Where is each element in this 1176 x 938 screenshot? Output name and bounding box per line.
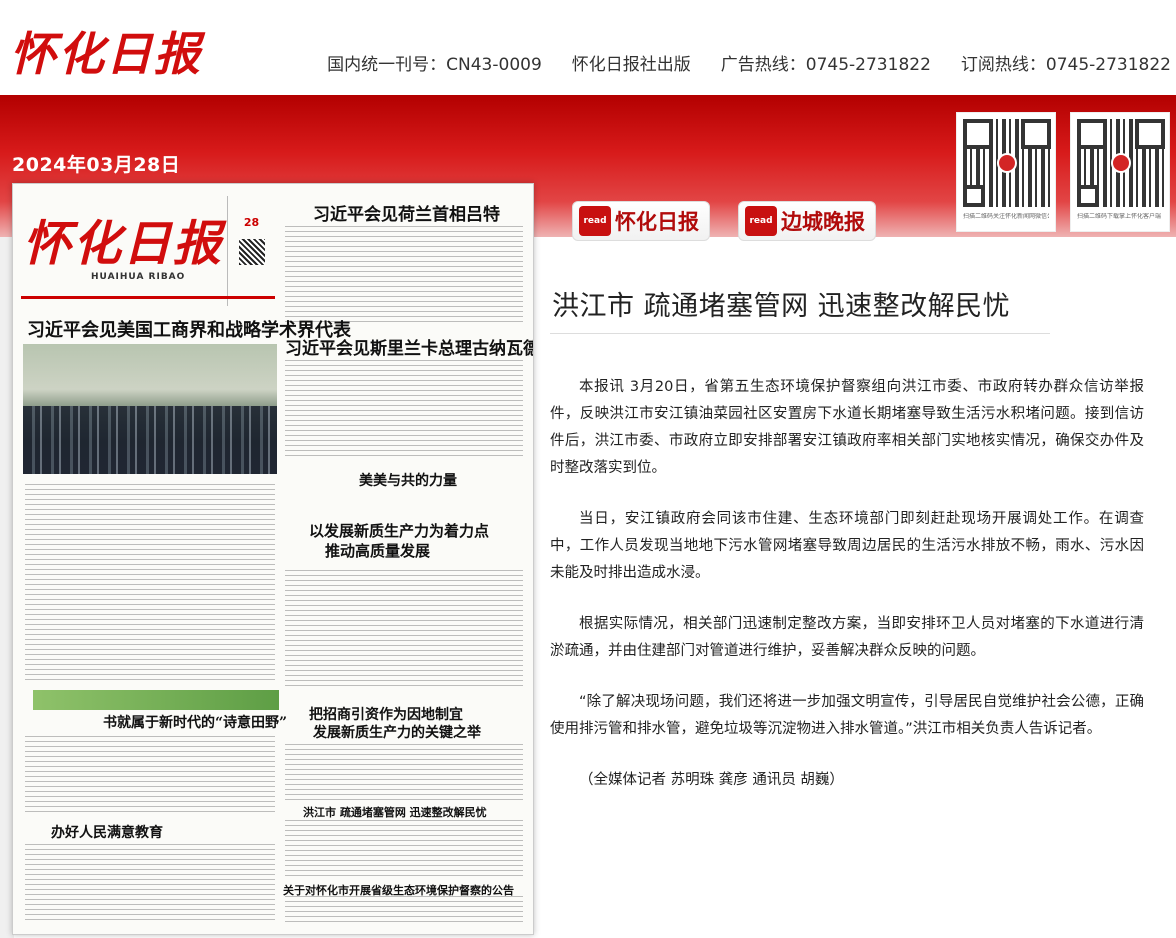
article-paragraph: 根据实际情况，相关部门迅速制定整改方案，当即安排环卫人员对堵塞的下水道进行清淤疏… <box>550 616 1144 659</box>
header-info: 国内统一刊号：CN43-0009 怀化日报社出版 广告热线：0745-27318… <box>327 50 1171 75</box>
page-headline[interactable]: 美美与共的力量 <box>359 470 457 490</box>
page-masthead: 怀化日报 <box>23 216 224 272</box>
page-headline[interactable]: 办好人民满意教育 <box>51 822 163 842</box>
read-button-label: 怀化日报 <box>615 209 699 234</box>
page-text-block <box>25 736 275 816</box>
read-icon: read <box>579 206 611 236</box>
page-text-block <box>285 570 523 690</box>
qr-code-app: 扫描二维码下载掌上怀化客户端 <box>1070 112 1170 232</box>
qr-caption: 扫描二维码下载掌上怀化客户端 <box>1077 213 1162 220</box>
newspaper-page-thumbnail[interactable]: 怀化日报 HUAIHUA RIBAO 28 习近平会见荷兰首相吕特 习近平会见美… <box>12 183 534 935</box>
page-text-block <box>25 844 275 920</box>
page-masthead-pinyin: HUAIHUA RIBAO <box>91 272 186 282</box>
page-text-block <box>285 896 523 926</box>
masthead-rule <box>21 296 275 299</box>
publication-code: 国内统一刊号：CN43-0009 <box>327 55 542 75</box>
read-button-label: 边城晚报 <box>781 209 865 234</box>
ad-hotline: 广告热线：0745-2731822 <box>720 55 931 75</box>
page-photo-people <box>23 406 277 474</box>
read-biancheng-wanbao-button[interactable]: read 边城晚报 <box>738 201 876 241</box>
issue-date: 2024年03月28日 <box>12 154 181 176</box>
page-headline[interactable]: 发展新质生产力的关键之举 <box>313 722 481 742</box>
page-text-block <box>285 820 523 876</box>
subscription-hotline: 订阅热线：0745-2731822 <box>960 55 1171 75</box>
page-text-block <box>285 360 523 460</box>
page-day: 28 <box>243 216 260 229</box>
qr-caption: 扫描二维码关注怀化新闻网微信公众号 <box>963 213 1049 220</box>
qr-code-wechat: 扫描二维码关注怀化新闻网微信公众号 <box>956 112 1056 232</box>
article-paragraph: 本报讯 3月20日，省第五生态环境保护督察组向洪江市委、市政府转办群众信访举报件… <box>550 379 1144 476</box>
article-body: 本报讯 3月20日，省第五生态环境保护督察组向洪江市委、市政府转办群众信访举报件… <box>550 374 1144 818</box>
article-paragraph: 当日，安江镇政府会同该市住建、生态环境部门即刻赶赴现场开展调处工作。在调查中，工… <box>550 511 1144 581</box>
article-title: 洪江市 疏通堵塞管网 迅速整改解民忧 <box>552 291 1011 322</box>
qr-code-image <box>1077 119 1165 207</box>
page-headline[interactable]: 把招商引资作为因地制宜 <box>309 704 463 724</box>
page-headline[interactable]: 习近平会见斯里兰卡总理古纳瓦德纳 <box>285 334 533 359</box>
title-divider <box>550 333 1050 334</box>
page-green-banner <box>33 690 279 710</box>
publisher: 怀化日报社出版 <box>571 55 691 75</box>
page-qr-icon <box>238 239 265 265</box>
article-byline: （全媒体记者 苏明珠 龚彦 通讯员 胡巍） <box>579 772 844 788</box>
page-headline[interactable]: 习近平会见荷兰首相吕特 <box>313 200 500 225</box>
page-text-block <box>285 226 523 322</box>
page-date-block: 28 <box>227 196 275 306</box>
page-text-block <box>285 744 523 800</box>
page-text-block <box>25 484 275 684</box>
read-huaihua-ribao-button[interactable]: read 怀化日报 <box>572 201 710 241</box>
article-paragraph: “除了解决现场问题，我们还将进一步加强文明宣传，引导居民自觉维护社会公德，正确使… <box>550 694 1144 737</box>
page-headline[interactable]: 以发展新质生产力为着力点 <box>309 520 489 541</box>
page-headline[interactable]: 洪江市 疏通堵塞管网 迅速整改解民忧 <box>303 804 487 820</box>
top-header: 怀化日报 国内统一刊号：CN43-0009 怀化日报社出版 广告热线：0745-… <box>0 0 1176 95</box>
page-headline[interactable]: 推动高质量发展 <box>325 540 430 561</box>
read-icon: read <box>745 206 777 236</box>
qr-code-image <box>963 119 1051 207</box>
page-headline[interactable]: 书就属于新时代的“诗意田野” <box>103 712 287 732</box>
site-logo[interactable]: 怀化日报 <box>10 18 202 84</box>
